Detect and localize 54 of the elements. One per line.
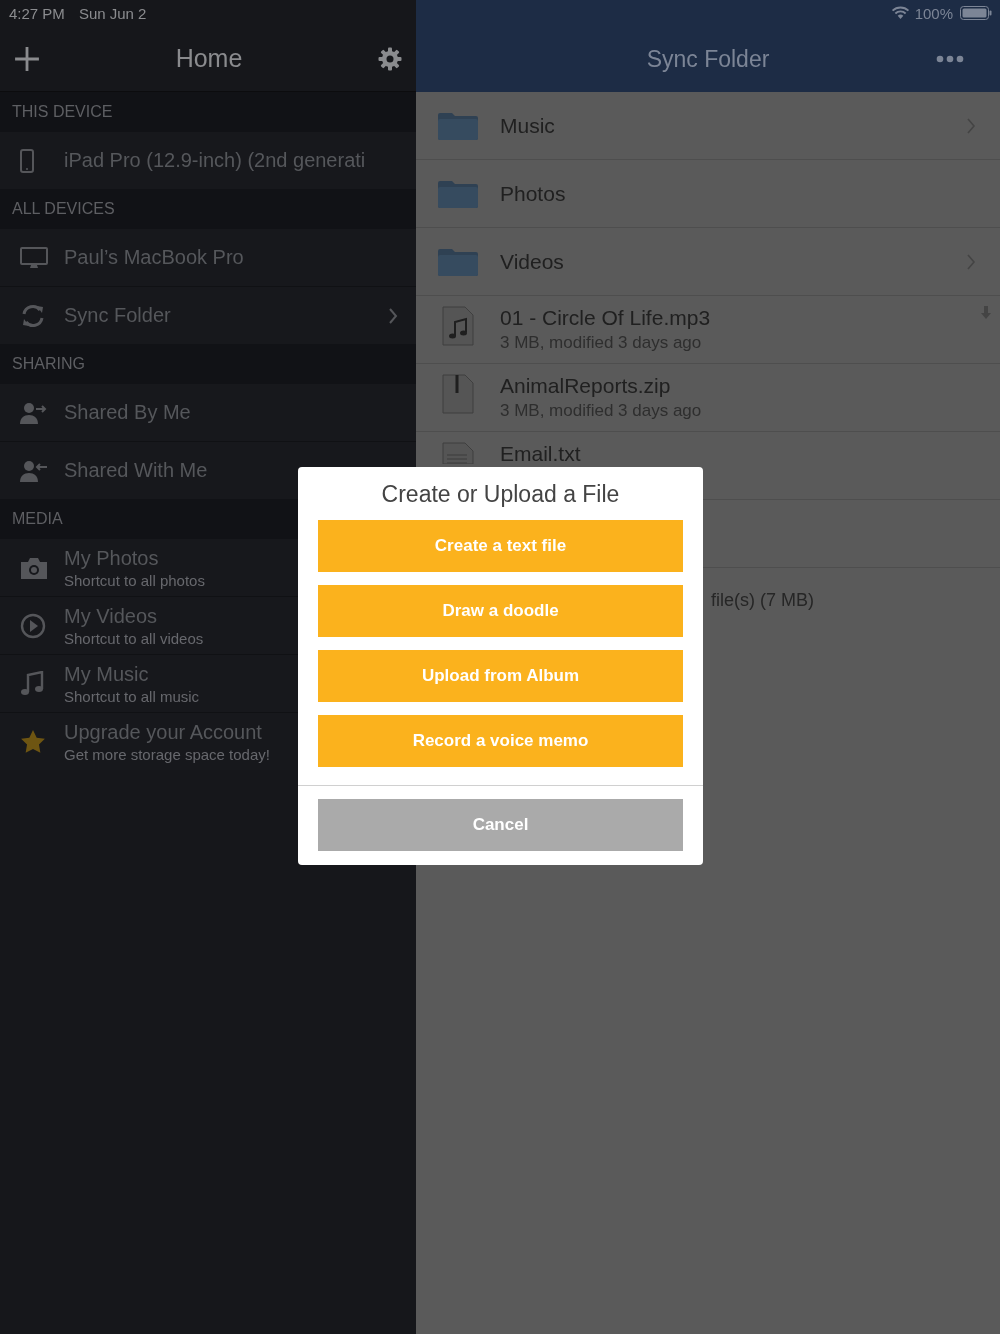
file-row[interactable]: Music bbox=[416, 92, 1000, 160]
star-icon bbox=[20, 728, 46, 755]
section-header: THIS DEVICE bbox=[0, 92, 416, 132]
person-arrow-icon bbox=[20, 400, 48, 425]
folder-icon bbox=[437, 246, 479, 277]
more-icon[interactable] bbox=[936, 55, 964, 63]
battery-percent: 100% bbox=[914, 4, 953, 22]
file-row[interactable]: Photos bbox=[416, 160, 1000, 228]
action-button[interactable]: Upload from Album bbox=[318, 650, 683, 702]
music-note-icon bbox=[20, 670, 44, 697]
item-subtitle: Shortcut to all music bbox=[64, 687, 201, 705]
sync-icon bbox=[20, 302, 46, 329]
item-label: My Photos bbox=[64, 546, 160, 570]
item-label: Sync Folder bbox=[64, 304, 172, 327]
item-label: Shared With Me bbox=[64, 459, 209, 482]
battery-icon bbox=[960, 6, 992, 20]
action-button[interactable]: Record a voice memo bbox=[318, 715, 683, 767]
file-name: Music bbox=[500, 113, 556, 138]
file-name: Videos bbox=[500, 249, 565, 274]
text-file-icon bbox=[442, 442, 474, 464]
folder-icon bbox=[437, 178, 479, 209]
file-name: Photos bbox=[500, 181, 567, 206]
camera-icon bbox=[20, 555, 48, 580]
action-button[interactable]: Draw a doodle bbox=[318, 585, 683, 637]
tablet-icon bbox=[20, 148, 34, 173]
item-subtitle: Get more storage space today! bbox=[64, 745, 271, 763]
monitor-icon bbox=[20, 246, 48, 269]
file-name: 01 - Circle Of Life.mp3 bbox=[500, 306, 712, 330]
item-label: Paul’s MacBook Pro bbox=[64, 246, 245, 269]
item-label: Shared By Me bbox=[64, 401, 192, 424]
person-arrow-icon bbox=[20, 458, 48, 483]
folder-icon bbox=[437, 110, 479, 141]
folder-title: Sync Folder bbox=[646, 45, 770, 73]
zip-file-icon bbox=[442, 374, 474, 414]
cancel-button[interactable]: Cancel bbox=[318, 799, 683, 851]
item-label: My Music bbox=[64, 662, 150, 686]
item-subtitle: Shortcut to all photos bbox=[64, 571, 206, 589]
file-name: Email.txt bbox=[500, 442, 582, 466]
item-label: iPad Pro (12.9-inch) (2nd generati bbox=[64, 149, 367, 172]
audio-file-icon bbox=[442, 306, 474, 346]
status-date: Sun Jun 2 bbox=[78, 4, 147, 22]
section-header: SHARING bbox=[0, 344, 416, 384]
file-row[interactable]: Videos bbox=[416, 228, 1000, 296]
add-icon[interactable] bbox=[14, 45, 40, 72]
item-label: My Videos bbox=[64, 604, 158, 628]
action-button[interactable]: Create a text file bbox=[318, 520, 683, 572]
wifi-icon bbox=[890, 6, 910, 20]
item-subtitle: Shortcut to all videos bbox=[64, 629, 205, 647]
play-icon bbox=[20, 612, 46, 639]
sidebar-title: Home bbox=[175, 44, 243, 73]
status-time: 4:27 PM bbox=[9, 4, 65, 22]
file-name: AnimalReports.zip bbox=[500, 374, 672, 398]
section-header: ALL DEVICES bbox=[0, 189, 416, 229]
item-label: Upgrade your Account bbox=[64, 720, 263, 744]
